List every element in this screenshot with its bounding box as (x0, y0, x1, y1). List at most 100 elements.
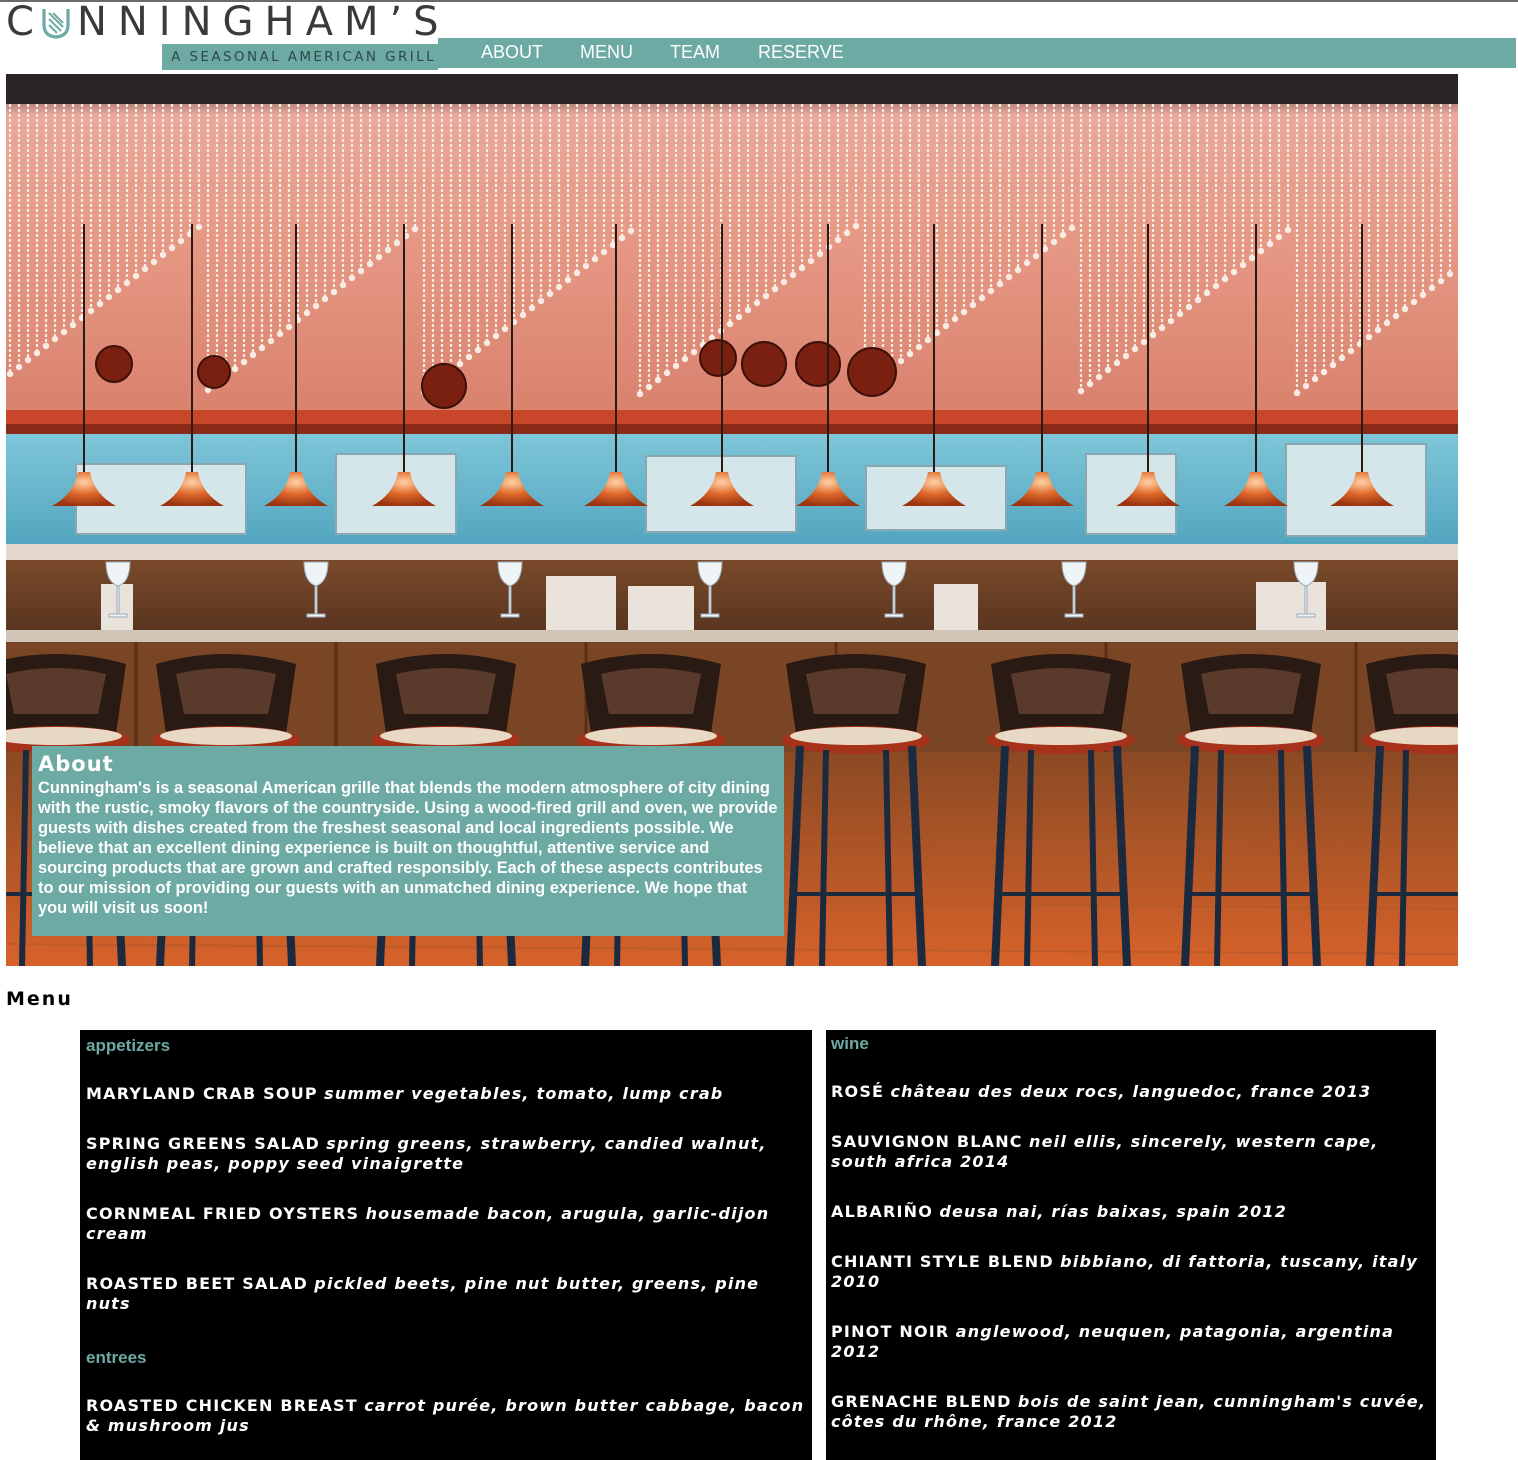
bead (51, 335, 59, 343)
bead (960, 308, 968, 316)
menu-item: SPRING GREENS SALAD spring greens, straw… (86, 1134, 806, 1174)
bead (843, 229, 851, 237)
wine-item-name: SAUVIGNON BLANC (831, 1132, 1023, 1151)
wine-item: GRENACHE BLEND bois de saint jean, cunni… (831, 1392, 1431, 1432)
bead (375, 253, 383, 261)
menu-heading: Menu (6, 988, 73, 1010)
menu-item-name: ROASTED BEET SALAD (86, 1274, 308, 1293)
bead (1329, 361, 1337, 369)
bead (474, 346, 482, 354)
bead (1239, 261, 1247, 269)
bead (240, 358, 248, 366)
wine-item-desc: deusa nai, rías baixas, spain 2012 (939, 1202, 1288, 1221)
bead (465, 353, 473, 361)
bead (1005, 273, 1013, 281)
bead (132, 272, 140, 280)
nav-reserve-link[interactable]: RESERVE (758, 38, 844, 68)
bead (1149, 331, 1157, 339)
nav-menu-link[interactable]: MENU (580, 38, 633, 68)
bead (1104, 366, 1112, 374)
bead (60, 328, 68, 336)
bead (1077, 387, 1085, 395)
bead (33, 349, 41, 357)
bead (69, 321, 77, 329)
bead (1248, 254, 1256, 262)
bead (258, 344, 266, 352)
bead (996, 280, 1004, 288)
bead (96, 300, 104, 308)
bead (87, 307, 95, 315)
bead (483, 339, 491, 347)
bead (1230, 268, 1238, 276)
bead (1095, 373, 1103, 381)
bead (105, 293, 113, 301)
bead (456, 360, 464, 368)
bead (600, 248, 608, 256)
bead (231, 365, 239, 373)
bead (141, 265, 149, 273)
wine-item: SAUVIGNON BLANC neil ellis, sincerely, w… (831, 1132, 1431, 1172)
bead (492, 332, 500, 340)
bead (1275, 233, 1283, 241)
bead (150, 258, 158, 266)
food-menu-panel: appetizers MARYLAND CRAB SOUP summer veg… (80, 1030, 812, 1460)
bead (1194, 296, 1202, 304)
menu-item-desc: summer vegetables, tomato, lump crab (324, 1084, 724, 1103)
bead (924, 336, 932, 344)
bead (915, 343, 923, 351)
bead (1374, 326, 1382, 334)
bead (519, 311, 527, 319)
wine-item: CHIANTI STYLE BLEND bibbiano, di fattori… (831, 1252, 1431, 1292)
bead (1113, 359, 1121, 367)
menu-item: ROASTED BEET SALAD pickled beets, pine n… (86, 1274, 806, 1314)
bead (1383, 319, 1391, 327)
bead (816, 250, 824, 258)
nav-team-link[interactable]: TEAM (670, 38, 720, 68)
bead (501, 325, 509, 333)
nav-about-link[interactable]: ABOUT (481, 38, 543, 68)
bead (951, 315, 959, 323)
bead (6, 370, 14, 378)
bead (744, 306, 752, 314)
bead (1014, 266, 1022, 274)
bead (780, 278, 788, 286)
wine-item-name: CHIANTI STYLE BLEND (831, 1252, 1054, 1271)
bead (1158, 324, 1166, 332)
category-entrees: entrees (86, 1348, 147, 1367)
bead (1302, 382, 1310, 390)
bead (591, 255, 599, 263)
bead (1257, 247, 1265, 255)
about-panel: About Cunningham's is a seasonal America… (32, 746, 784, 936)
nav-bar: ABOUT MENU TEAM RESERVE (438, 38, 1516, 68)
bead (1446, 270, 1454, 278)
bead (987, 287, 995, 295)
wine-menu-panel: wine ROSÉ château des deux rocs, langued… (826, 1030, 1436, 1460)
bead (906, 350, 914, 358)
bead (1347, 347, 1355, 355)
bead (1203, 289, 1211, 297)
bead (942, 322, 950, 330)
bead (357, 267, 365, 275)
menu-item: MARYLAND CRAB SOUP summer vegetables, to… (86, 1084, 806, 1104)
bead (1185, 303, 1193, 311)
bead (1023, 259, 1031, 267)
bead (1068, 224, 1076, 232)
bead (546, 290, 554, 298)
bead (195, 223, 203, 231)
bead (1176, 310, 1184, 318)
bead (1086, 380, 1094, 388)
bead (645, 383, 653, 391)
bead (978, 294, 986, 302)
bead (1419, 291, 1427, 299)
bead (1050, 238, 1058, 246)
bead (852, 222, 860, 230)
bead (1392, 312, 1400, 320)
wine-item-name: ROSÉ (831, 1082, 885, 1101)
bead (726, 320, 734, 328)
bead (834, 236, 842, 244)
menu-item-name: SPRING GREENS SALAD (86, 1134, 320, 1153)
logo[interactable]: C NNINGHAM’S (6, 2, 439, 42)
bead (276, 330, 284, 338)
bead (303, 309, 311, 317)
bead (339, 281, 347, 289)
